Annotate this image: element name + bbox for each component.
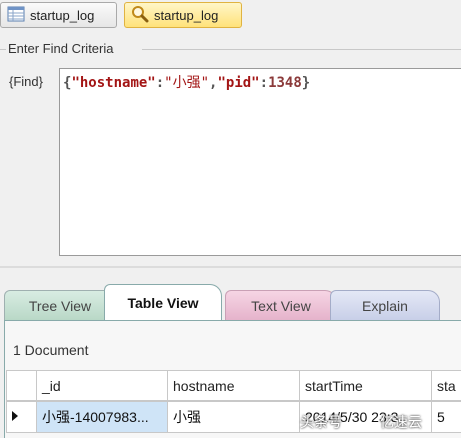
- tab-tree-view[interactable]: Tree View: [4, 290, 116, 320]
- tab-label: startup_log: [30, 7, 95, 23]
- column-header-starttime[interactable]: startTime: [299, 370, 432, 401]
- find-query-editor[interactable]: {"hostname":"小强","pid":1348}: [59, 68, 461, 256]
- document-count: 1 Document: [13, 342, 89, 358]
- tab-startup-log-table[interactable]: startup_log: [0, 2, 117, 28]
- pane-splitter[interactable]: [0, 266, 461, 268]
- column-header-status[interactable]: sta: [431, 370, 461, 401]
- watermark-left: 头条号: [300, 414, 342, 430]
- row-pointer-icon: [10, 409, 20, 425]
- row-header-corner: [6, 370, 37, 401]
- tab-table-view[interactable]: Table View: [104, 284, 222, 320]
- cell-status[interactable]: 5: [431, 401, 461, 433]
- tab-text-view[interactable]: Text View: [225, 290, 337, 320]
- watermark-right: 亿速云: [380, 414, 422, 430]
- column-header-hostname[interactable]: hostname: [167, 370, 300, 401]
- search-icon: [131, 5, 149, 26]
- query-text: {"hostname":"小强","pid":1348}: [63, 75, 311, 91]
- cell-id[interactable]: 小强-14007983...: [36, 401, 168, 433]
- table-icon: [7, 6, 25, 25]
- row-selector[interactable]: [6, 401, 37, 433]
- criteria-group-label: Enter Find Criteria: [8, 41, 114, 56]
- tab-startup-log-find[interactable]: startup_log: [124, 2, 242, 28]
- cell-hostname[interactable]: 小强: [167, 401, 300, 433]
- tab-label: startup_log: [154, 7, 219, 23]
- find-field-label: {Find}: [9, 74, 43, 89]
- tab-explain[interactable]: Explain: [330, 290, 440, 320]
- column-header-id[interactable]: _id: [36, 370, 168, 401]
- divider: [0, 49, 6, 50]
- divider: [142, 49, 461, 50]
